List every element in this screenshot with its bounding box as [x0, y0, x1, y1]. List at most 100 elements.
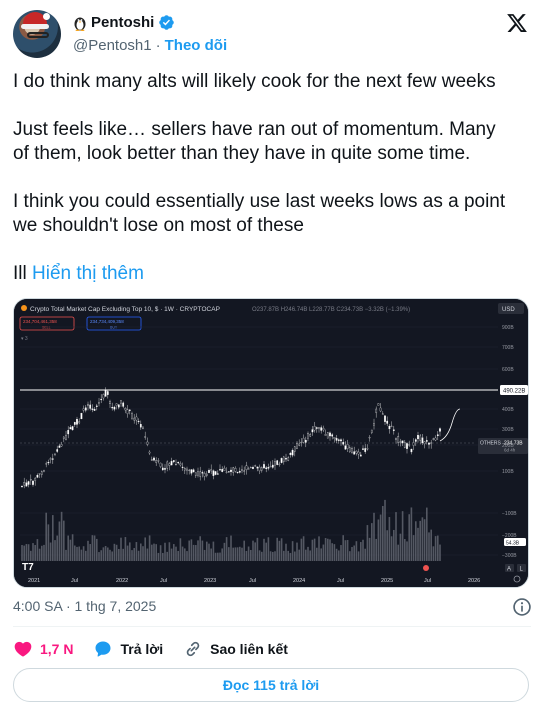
volume-bar [65, 549, 67, 561]
candle-body [192, 469, 195, 473]
candle-body [243, 470, 246, 472]
volume-bar [192, 544, 195, 561]
candle-body [232, 467, 235, 473]
author-handle[interactable]: @Pentosh1 [73, 37, 152, 54]
volume-bar [335, 548, 338, 561]
volume-bar [41, 545, 43, 561]
candle-body [172, 460, 175, 462]
candle-body [342, 442, 345, 445]
show-more-link[interactable]: Hiển thị thêm [32, 263, 144, 284]
author-display-name[interactable]: Pentoshi [91, 14, 154, 31]
candle-body [219, 469, 221, 471]
candle-body [177, 462, 180, 464]
volume-bar [421, 517, 424, 561]
divider [13, 626, 531, 627]
candle-body [126, 409, 129, 414]
candle-body [313, 426, 316, 431]
candle-body [43, 470, 45, 472]
candle-body [36, 475, 39, 478]
candle-body [254, 465, 257, 467]
price-tag-symbol: OTHERS [480, 441, 502, 447]
candle-body [401, 440, 404, 444]
volume-bar [406, 541, 408, 561]
candle-body [60, 444, 63, 447]
volume-label: 54.3B [506, 541, 520, 547]
volume-bar [49, 542, 52, 561]
reply-button[interactable]: Trả lời [93, 639, 163, 659]
candle-body [423, 441, 426, 445]
candle-body [353, 451, 356, 455]
follow-button[interactable]: Theo dõi [165, 37, 228, 54]
candle-body [227, 471, 230, 473]
volume-bar [210, 548, 212, 561]
candle-body [133, 417, 136, 421]
volume-bar [166, 551, 168, 561]
volume-bar [104, 545, 107, 561]
x-logo-icon[interactable] [506, 12, 528, 34]
volume-bar [393, 529, 395, 561]
volume-bar [93, 535, 96, 561]
volume-bar [417, 527, 419, 561]
candle-body [267, 467, 270, 469]
x-tick-label: Jul [337, 578, 344, 584]
candle-body [148, 451, 151, 454]
candle-body [93, 409, 96, 411]
candle-body [221, 469, 224, 472]
y-tick-label: −100B [502, 511, 517, 517]
volume-bar [126, 545, 129, 561]
volume-bar [320, 548, 322, 561]
info-icon[interactable] [512, 597, 532, 617]
candle-body [392, 429, 395, 431]
candle-body [241, 469, 243, 471]
auto-scale-button[interactable]: A [507, 567, 511, 573]
volume-bar [201, 540, 204, 561]
candle-body [164, 468, 166, 470]
candle-body [139, 424, 142, 428]
volume-bar [324, 538, 327, 561]
volume-bar [82, 546, 85, 561]
volume-bar [153, 543, 155, 561]
candle-body [32, 480, 34, 485]
candle-body [366, 448, 369, 450]
candle-body [181, 466, 184, 468]
volume-bar [245, 550, 248, 561]
volume-bar [289, 552, 292, 561]
volume-bar [102, 547, 105, 561]
candle-body [285, 458, 287, 460]
currency-label[interactable]: USD [502, 307, 515, 313]
candle-body [395, 438, 397, 440]
read-replies-button[interactable]: Đọc 115 trả lời [13, 668, 529, 702]
candle-body [168, 463, 171, 466]
volume-bar [107, 547, 109, 561]
chart-image[interactable]: Crypto Total Market Cap Excluding Top 10… [13, 298, 529, 588]
volume-bar [58, 521, 61, 561]
volume-bar [415, 521, 417, 561]
volume-bar [426, 507, 428, 561]
volume-bar [338, 550, 340, 561]
candle-body [137, 420, 140, 423]
volume-bar [252, 540, 254, 561]
copy-link-button[interactable]: Sao liên kết [183, 639, 288, 659]
tweet-actions: 1,7 N Trả lời Sao liên kết [13, 637, 288, 661]
volume-bar [410, 507, 413, 561]
candle-body [124, 408, 127, 411]
price-chart: Crypto Total Market Cap Excluding Top 10… [14, 299, 528, 587]
volume-bar [285, 543, 287, 561]
candle-body [260, 467, 263, 471]
volume-bar [298, 549, 300, 561]
candle-body [131, 413, 133, 419]
candle-body [111, 407, 114, 409]
like-button[interactable]: 1,7 N [13, 639, 73, 659]
candle-body [157, 460, 160, 462]
y-tick-label: 200B [502, 443, 514, 449]
volume-bar [362, 539, 364, 561]
author-avatar[interactable] [13, 10, 61, 58]
volume-bar [74, 545, 76, 561]
tweet-timestamp[interactable]: 4:00 SA · 1 thg 7, 2025 [13, 598, 156, 614]
candle-body [282, 456, 285, 462]
candle-body [331, 434, 334, 437]
candle-body [179, 463, 182, 466]
indicator-toggle[interactable]: ▾ 3 [21, 336, 28, 342]
volume-bar [188, 540, 190, 561]
volume-bar [263, 538, 265, 561]
